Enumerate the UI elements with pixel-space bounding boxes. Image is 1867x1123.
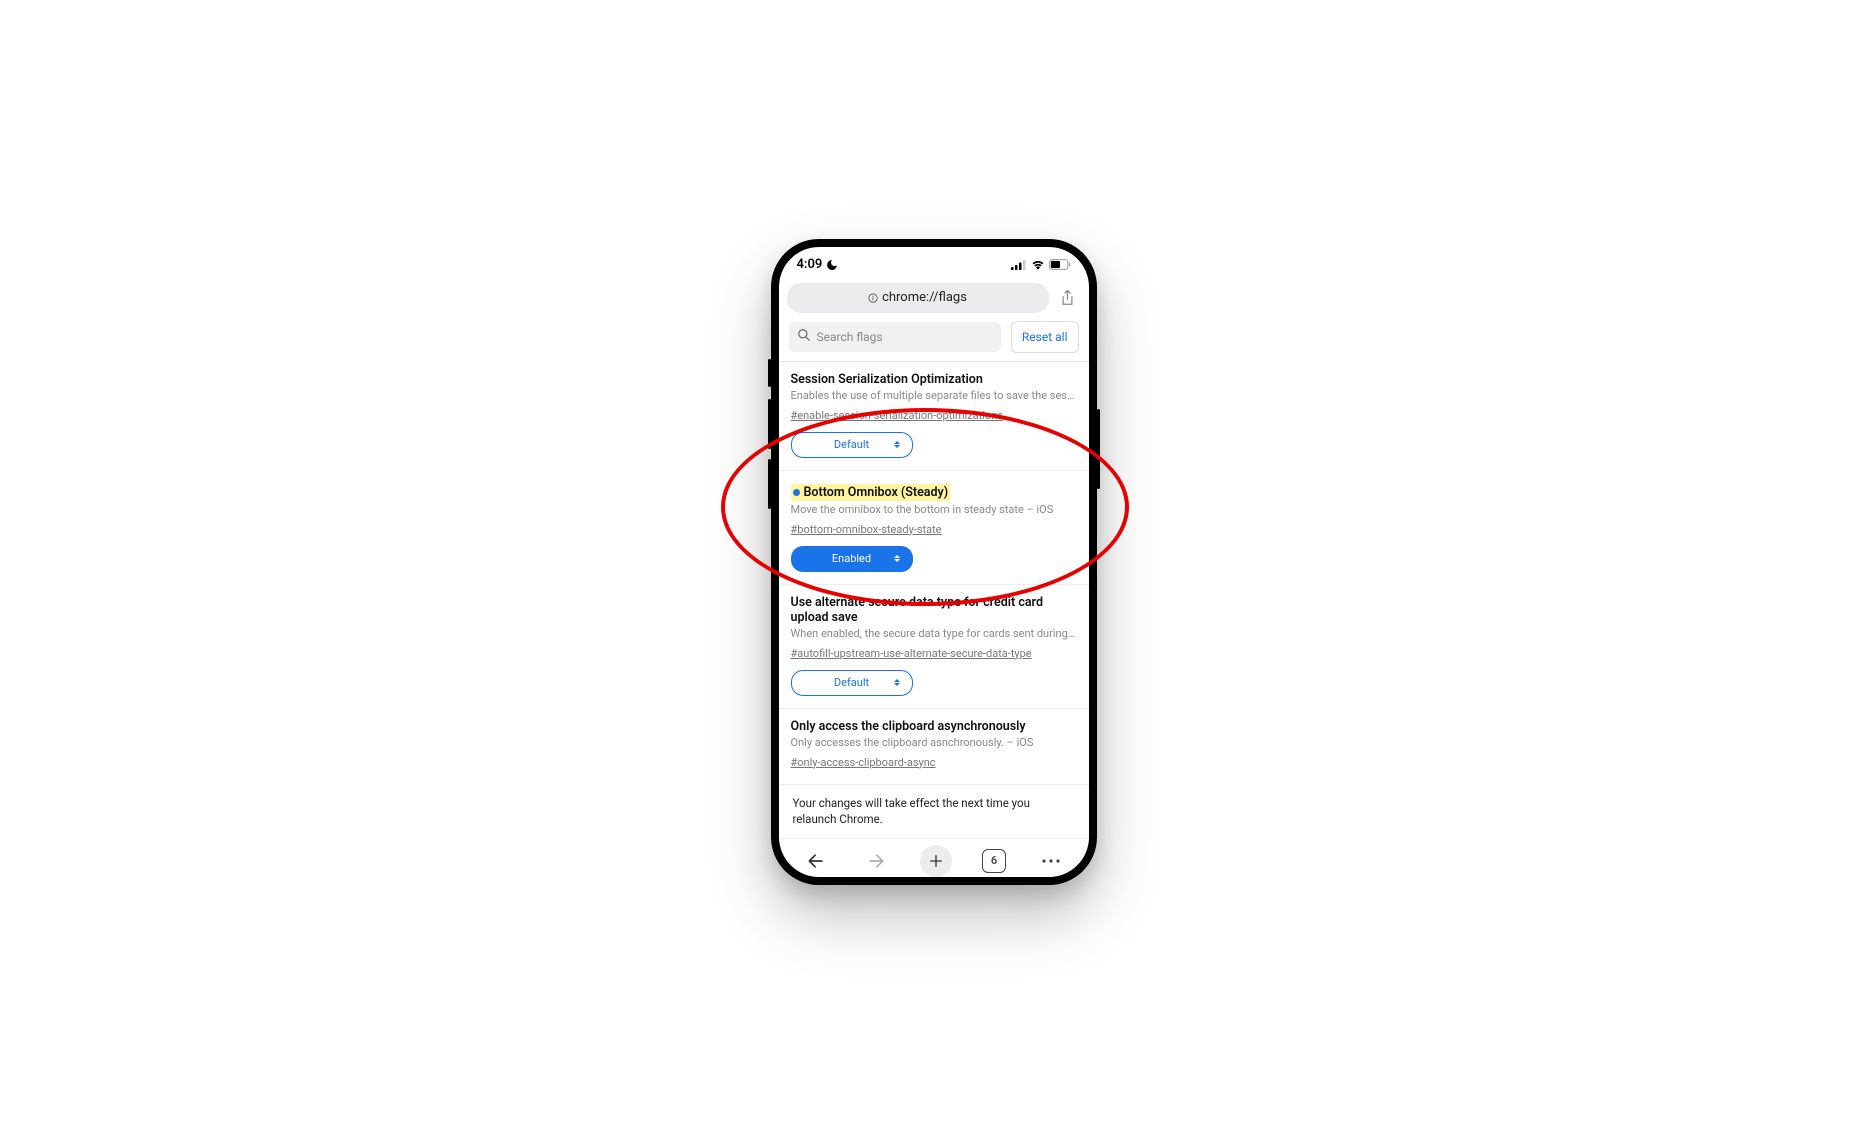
- phone-frame: 4:09: [771, 239, 1097, 885]
- wifi-icon: [1031, 259, 1045, 270]
- share-button[interactable]: [1055, 285, 1081, 311]
- chevron-updown-icon: [894, 554, 902, 564]
- flag-title: Session Serialization Optimization: [791, 372, 1077, 387]
- chevron-updown-icon: [894, 678, 902, 688]
- flag-description: When enabled, the secure data type for c…: [791, 627, 1077, 640]
- forward-button[interactable]: [861, 846, 891, 876]
- phone-side-button: [768, 359, 771, 387]
- battery-icon: [1049, 259, 1071, 270]
- statusbar: 4:09: [779, 247, 1089, 279]
- flag-title: Only access the clipboard asynchronously: [791, 719, 1077, 734]
- urlbar[interactable]: chrome://flags: [787, 283, 1049, 313]
- flag-select-value: Enabled: [832, 552, 871, 565]
- tab-count: 6: [991, 854, 997, 867]
- flags-list[interactable]: Session Serialization Optimization Enabl…: [779, 362, 1089, 838]
- modified-dot-icon: [793, 489, 800, 496]
- search-row: Search flags Reset all: [779, 319, 1089, 361]
- relaunch-text: Your changes will take effect the next t…: [793, 796, 1030, 826]
- relaunch-banner: Your changes will take effect the next t…: [779, 784, 1089, 837]
- new-tab-button[interactable]: [920, 845, 952, 877]
- search-icon: [797, 328, 811, 345]
- reset-all-label: Reset all: [1022, 330, 1068, 344]
- flag-anchor-link[interactable]: #bottom-omnibox-steady-state: [791, 523, 942, 536]
- chevron-updown-icon: [894, 440, 902, 450]
- flag-select[interactable]: Enabled: [791, 546, 913, 572]
- flag-title: Bottom Omnibox (Steady): [791, 484, 951, 501]
- flag-item: Use alternate secure data type for credi…: [779, 585, 1089, 709]
- flag-select[interactable]: Default: [791, 670, 913, 696]
- flag-anchor-link[interactable]: #autofill-upstream-use-alternate-secure-…: [791, 647, 1032, 660]
- flag-title-text: Bottom Omnibox (Steady): [804, 485, 949, 500]
- flag-select-value: Default: [834, 438, 869, 451]
- flag-description: Only accesses the clipboard asnchronousl…: [791, 736, 1077, 749]
- cellular-signal-icon: [1011, 259, 1027, 270]
- reset-all-button[interactable]: Reset all: [1011, 321, 1079, 353]
- flag-item: Only access the clipboard asynchronously…: [779, 709, 1089, 783]
- flag-description: Move the omnibox to the bottom in steady…: [791, 503, 1077, 516]
- do-not-disturb-icon: [826, 259, 838, 271]
- flag-title: Use alternate secure data type for credi…: [791, 595, 1077, 625]
- phone-side-button: [768, 459, 771, 509]
- urlbar-row: chrome://flags: [779, 279, 1089, 319]
- search-placeholder: Search flags: [817, 330, 883, 344]
- phone-side-button: [768, 399, 771, 449]
- flag-anchor-link[interactable]: #enable-session-serialization-optimizati…: [791, 409, 1003, 422]
- back-button[interactable]: [801, 846, 831, 876]
- flag-description: Enables the use of multiple separate fil…: [791, 389, 1077, 402]
- urlbar-text: chrome://flags: [882, 290, 967, 305]
- flag-item: Session Serialization Optimization Enabl…: [779, 362, 1089, 471]
- phone-side-button: [1097, 409, 1100, 489]
- flag-select-value: Default: [834, 676, 869, 689]
- bottom-toolbar: 6: [779, 838, 1089, 877]
- search-input[interactable]: Search flags: [789, 322, 1001, 352]
- flag-anchor-link[interactable]: #only-access-clipboard-async: [791, 756, 936, 769]
- flag-item-highlighted: Bottom Omnibox (Steady) Move the omnibox…: [779, 471, 1089, 585]
- info-icon: [868, 293, 878, 303]
- statusbar-time: 4:09: [797, 257, 823, 272]
- tabs-button[interactable]: 6: [982, 849, 1006, 873]
- flag-select[interactable]: Default: [791, 432, 913, 458]
- menu-button[interactable]: [1036, 846, 1066, 876]
- phone-screen: 4:09: [779, 247, 1089, 877]
